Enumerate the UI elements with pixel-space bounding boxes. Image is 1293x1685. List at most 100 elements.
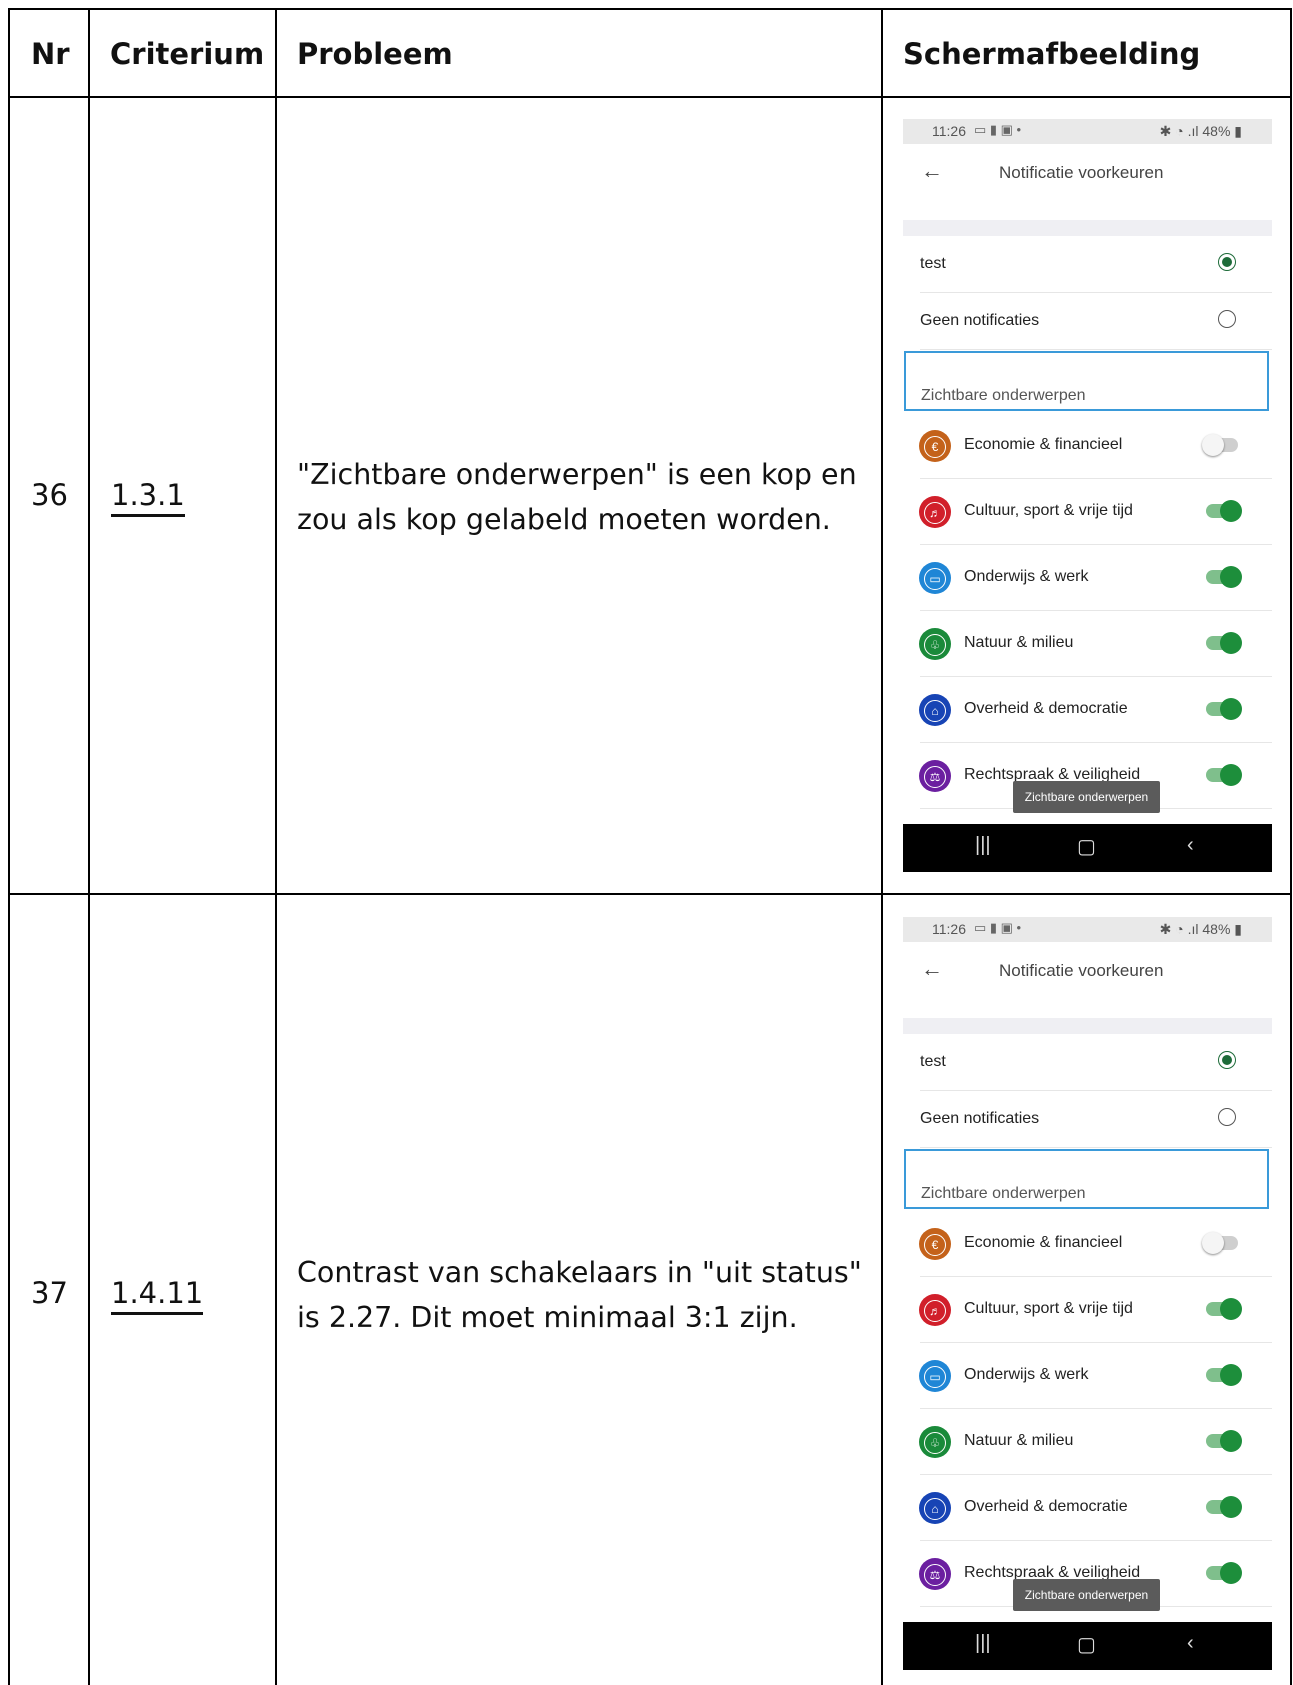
column-divider [275,8,277,1685]
topic-switch[interactable] [1206,566,1242,588]
topic-label: Economie & financieel [964,436,1123,453]
radio-option[interactable]: test [903,236,1272,293]
topic-label: Overheid & democratie [964,1498,1128,1515]
topic-switch[interactable] [1206,1298,1242,1320]
header-criterium: Criterium [110,37,265,71]
topic-toggle-row[interactable]: ♧ Natuur & milieu [903,611,1272,677]
government-building-icon: ⌂ [919,694,951,726]
battery-level: ✱ ◔ .ıl 48% ▮ [1159,123,1242,139]
table-border-right [1290,8,1292,1685]
battery-level: ✱ ◔ .ıl 48% ▮ [1159,921,1242,937]
topic-toggle-row[interactable]: € Economie & financieel [903,413,1272,479]
topic-label: Economie & financieel [964,1234,1123,1251]
topic-label: Onderwijs & werk [964,1366,1089,1383]
screen-title: Notificatie voorkeuren [999,961,1164,980]
topic-label: Cultuur, sport & vrije tijd [964,1300,1133,1317]
topic-label: Onderwijs & werk [964,568,1089,585]
topic-switch[interactable] [1206,1562,1242,1584]
battery-percent: 48% [1202,921,1231,937]
tooltip: Zichtbare onderwerpen [1013,781,1160,813]
tooltip: Zichtbare onderwerpen [1013,1579,1160,1611]
notification-icons: ▭ ▮ ▣ • [974,122,1022,137]
topic-label: Natuur & milieu [964,1432,1074,1449]
back-icon[interactable]: ‹ [1187,1632,1194,1655]
back-arrow-icon[interactable]: ← [921,158,943,184]
criterium-link[interactable]: 1.3.1 [111,478,185,517]
topic-toggle-row[interactable]: ▭ Onderwijs & werk [903,1343,1272,1409]
radio-button[interactable] [1218,310,1236,328]
scales-icon: ⚖ [919,1558,951,1590]
column-divider [881,8,883,1685]
table-border-top [8,8,1292,10]
criterium-link[interactable]: 1.4.11 [111,1276,204,1315]
topic-label: Cultuur, sport & vrije tijd [964,502,1133,519]
section-heading: Zichtbare onderwerpen [921,387,1086,404]
topic-toggle-row[interactable]: € Economie & financieel [903,1211,1272,1277]
radio-option[interactable]: test [903,1034,1272,1091]
radio-button[interactable] [1218,1051,1236,1069]
switch-knob [1220,1430,1242,1452]
switch-knob [1220,1364,1242,1386]
recent-apps-icon[interactable]: ||| [975,1632,991,1655]
topic-switch[interactable] [1206,1430,1242,1452]
row-number: 37 [31,1276,68,1310]
divider [920,1147,1272,1148]
app-screenshot: 11:26 ▭ ▮ ▣ • ✱ ◔ .ıl 48% ▮ ← Notificatie vo… [903,119,1272,872]
topic-switch[interactable] [1202,1232,1238,1254]
topic-toggle-row[interactable]: ♬ Cultuur, sport & vrije tijd [903,479,1272,545]
section-heading: Zichtbare onderwerpen [921,1185,1086,1202]
radio-option[interactable]: Geen notificaties [903,1091,1272,1148]
radio-button[interactable] [1218,253,1236,271]
divider [920,349,1272,350]
switch-knob [1220,500,1242,522]
music-icon: ♬ [919,1294,951,1326]
topic-label: Natuur & milieu [964,634,1074,651]
topic-switch[interactable] [1206,1364,1242,1386]
app-bar: ← Notificatie voorkeuren [903,942,1272,1018]
switch-knob [1220,566,1242,588]
euro-icon: € [919,430,951,462]
topic-switch[interactable] [1206,632,1242,654]
topic-switch[interactable] [1206,500,1242,522]
app-bar: ← Notificatie voorkeuren [903,144,1272,220]
radio-option-label: test [920,1053,946,1070]
topic-switch[interactable] [1206,698,1242,720]
switch-knob [1220,1496,1242,1518]
notification-icons: ▭ ▮ ▣ • [974,920,1022,935]
header-probleem: Probleem [297,37,453,71]
section-separator [903,220,1272,236]
topic-switch[interactable] [1202,434,1238,456]
header-divider [8,96,1292,98]
topic-toggle-row[interactable]: ♬ Cultuur, sport & vrije tijd [903,1277,1272,1343]
row-number: 36 [31,478,68,512]
briefcase-icon: ▭ [919,1360,951,1392]
radio-option[interactable]: Geen notificaties [903,293,1272,350]
system-navigation-bar: ||| ▢ ‹ [903,1622,1272,1670]
topic-toggle-row[interactable]: ♧ Natuur & milieu [903,1409,1272,1475]
topic-switch[interactable] [1206,764,1242,786]
back-icon[interactable]: ‹ [1187,834,1194,857]
scales-icon: ⚖ [919,760,951,792]
tree-icon: ♧ [919,1426,951,1458]
topic-toggle-row[interactable]: ⌂ Overheid & democratie [903,677,1272,743]
problem-description: "Zichtbare onderwerpen" is een kop en zo… [297,458,857,536]
topic-toggle-row[interactable]: ▭ Onderwijs & werk [903,545,1272,611]
home-icon[interactable]: ▢ [1077,1632,1096,1657]
status-time: 11:26 [932,123,966,139]
switch-knob [1220,764,1242,786]
topic-switch[interactable] [1206,1496,1242,1518]
radio-option-label: Geen notificaties [920,312,1040,329]
status-bar: 11:26 ▭ ▮ ▣ • ✱ ◔ .ıl 48% ▮ [903,917,1272,942]
switch-knob [1202,434,1224,456]
government-building-icon: ⌂ [919,1492,951,1524]
radio-button[interactable] [1218,1108,1236,1126]
recent-apps-icon[interactable]: ||| [975,834,991,857]
problem-description: Contrast van schakelaars in "uit status"… [297,1256,862,1334]
home-icon[interactable]: ▢ [1077,834,1096,859]
music-icon: ♬ [919,496,951,528]
switch-knob [1220,698,1242,720]
radio-option-label: test [920,255,946,272]
euro-icon: € [919,1228,951,1260]
topic-toggle-row[interactable]: ⌂ Overheid & democratie [903,1475,1272,1541]
back-arrow-icon[interactable]: ← [921,956,943,982]
